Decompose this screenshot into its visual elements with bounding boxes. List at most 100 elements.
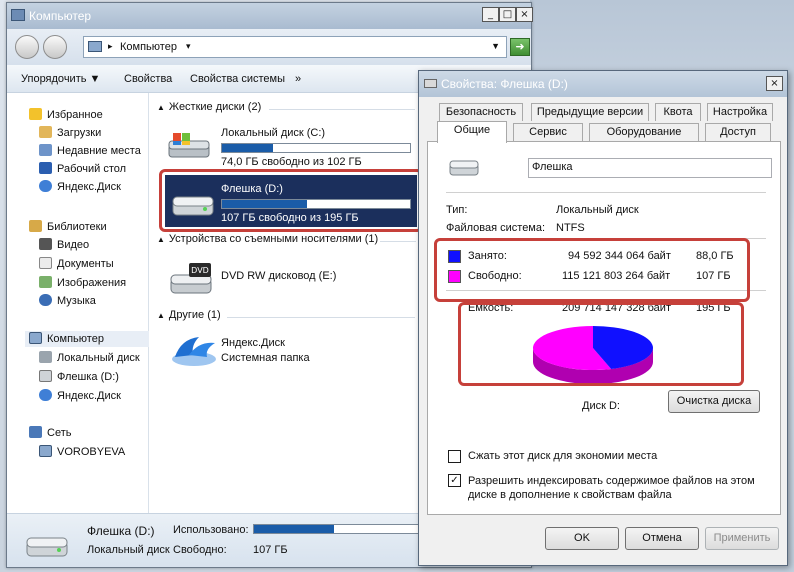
nav-yandex-disk-2[interactable]: Яндекс.Диск (39, 388, 121, 404)
group-hard-disks[interactable]: ▲ Жесткие диски (2) (157, 101, 261, 115)
drive-icon (25, 530, 71, 560)
group-divider (269, 109, 415, 110)
close-button[interactable]: × (516, 7, 533, 22)
dvd-drive-icon: DVD (167, 259, 217, 299)
type-label: Тип: (446, 204, 468, 216)
ok-button[interactable]: OK (545, 527, 619, 550)
recent-places-icon (39, 144, 52, 156)
nav-images[interactable]: Изображения (39, 275, 126, 291)
nav-music[interactable]: Музыка (39, 293, 96, 309)
cloud-icon (39, 180, 52, 192)
drive-icon (448, 156, 482, 178)
chevron-right-icon[interactable]: ▸ (108, 41, 113, 52)
properties-button[interactable]: Свойства (124, 73, 172, 85)
back-button[interactable] (15, 35, 39, 59)
address-dropdown-icon[interactable]: ▼ (491, 41, 500, 51)
nav-yandex-disk[interactable]: Яндекс.Диск (39, 179, 121, 195)
yandex-disk-sub: Системная папка (221, 352, 310, 364)
apply-button[interactable]: Применить (705, 527, 779, 550)
nav-downloads[interactable]: Загрузки (39, 125, 101, 141)
cancel-button[interactable]: Отмена (625, 527, 699, 550)
nav-flash[interactable]: Флешка (D:) (39, 369, 119, 385)
nav-video[interactable]: Видео (39, 237, 89, 253)
dialog-titlebar[interactable]: Свойства: Флешка (D:) × (419, 71, 787, 97)
details-type: Локальный диск (87, 544, 170, 556)
hard-drive-icon (167, 131, 213, 161)
document-icon (39, 257, 52, 269)
compress-checkbox[interactable] (448, 450, 461, 463)
cloud-icon (39, 389, 52, 401)
nav-vorobyeva[interactable]: VOROBYEVA (39, 444, 125, 460)
drive-c-info: 74,0 ГБ свободно из 102 ГБ (221, 156, 362, 168)
drive-icon (424, 79, 437, 88)
organize-button[interactable]: Упорядочить ▼ (21, 73, 100, 85)
drive-icon (39, 370, 52, 382)
navigation-pane: Избранное Загрузки Недавние места Рабочи… (7, 93, 149, 513)
highlight-usage-values (434, 238, 750, 302)
star-icon (29, 108, 42, 120)
forward-button[interactable] (43, 35, 67, 59)
index-checkbox[interactable]: ✓ (448, 474, 461, 487)
music-icon (39, 294, 52, 306)
computer-icon (39, 445, 52, 457)
desktop-icon (39, 162, 52, 174)
drive-c-name[interactable]: Локальный диск (C:) (221, 127, 325, 139)
details-free-label: Свободно: (173, 544, 227, 556)
nav-documents[interactable]: Документы (39, 256, 114, 272)
explorer-titlebar[interactable]: Компьютер _ □ × (7, 3, 533, 29)
nav-desktop[interactable]: Рабочий стол (39, 161, 126, 177)
disk-label: Диск D: (582, 400, 620, 412)
index-label: Разрешить индексировать содержимое файло… (468, 475, 755, 501)
tab-quota[interactable]: Квота (655, 103, 701, 121)
tab-previous-versions[interactable]: Предыдущие версии (531, 103, 649, 121)
collapse-icon[interactable]: ▲ (157, 235, 165, 244)
tab-tools[interactable]: Сервис (513, 123, 583, 141)
disk-cleanup-button[interactable]: Очистка диска (668, 390, 760, 413)
nav-favorites[interactable]: Избранное (29, 107, 103, 123)
group-divider (227, 317, 415, 318)
address-bar: ▸ Компьютер ▾ ▼ ➜ (7, 29, 531, 65)
compress-label: Сжать этот диск для экономии места (468, 450, 658, 462)
details-name: Флешка (D:) (87, 524, 155, 538)
group-other[interactable]: ▲ Другие (1) (157, 309, 221, 323)
tab-customize[interactable]: Настройка (707, 103, 773, 121)
dvd-icon-label: DVD (191, 266, 209, 275)
yandex-disk-name[interactable]: Яндекс.Диск (221, 337, 285, 349)
nav-local-disk[interactable]: Локальный диск (39, 350, 140, 366)
dvd-drive-name[interactable]: DVD RW дисковод (E:) (221, 270, 336, 282)
nav-computer[interactable]: Компьютер (25, 331, 149, 347)
computer-icon (88, 41, 102, 52)
more-commands-button[interactable]: » (295, 73, 301, 85)
libraries-icon (29, 220, 42, 232)
collapse-icon[interactable]: ▲ (157, 103, 165, 112)
computer-icon (29, 332, 42, 344)
minimize-button[interactable]: _ (482, 7, 499, 22)
downloads-folder-icon (39, 126, 52, 138)
collapse-icon[interactable]: ▲ (157, 311, 165, 320)
maximize-button[interactable]: □ (499, 7, 516, 22)
dialog-title: Свойства: Флешка (D:) (441, 77, 568, 91)
refresh-button[interactable]: ➜ (510, 38, 530, 56)
highlight-drive-d (159, 169, 423, 232)
divider (446, 192, 766, 193)
nav-network[interactable]: Сеть (29, 425, 71, 441)
image-icon (39, 276, 52, 288)
tab-hardware[interactable]: Оборудование (589, 123, 699, 141)
address-field[interactable]: ▸ Компьютер ▾ ▼ (83, 36, 507, 58)
chevron-down-icon[interactable]: ▾ (186, 41, 191, 52)
tab-sharing[interactable]: Доступ (705, 123, 771, 141)
drive-name-input[interactable]: Флешка (528, 158, 772, 178)
group-removable[interactable]: ▲ Устройства со съемными носителями (1) (157, 233, 378, 247)
dialog-close-button[interactable]: × (766, 76, 783, 91)
network-icon (29, 426, 42, 438)
nav-recent[interactable]: Недавние места (39, 143, 141, 159)
window-title: Компьютер (29, 9, 92, 23)
filesystem-value: NTFS (556, 222, 585, 234)
type-value: Локальный диск (556, 204, 639, 216)
nav-libraries[interactable]: Библиотеки (29, 219, 107, 235)
details-capacity-bar (253, 524, 433, 534)
system-properties-button[interactable]: Свойства системы (190, 73, 285, 85)
tab-security[interactable]: Безопасность (439, 103, 523, 121)
tab-general[interactable]: Общие (437, 121, 507, 143)
hard-drive-icon (39, 351, 52, 363)
